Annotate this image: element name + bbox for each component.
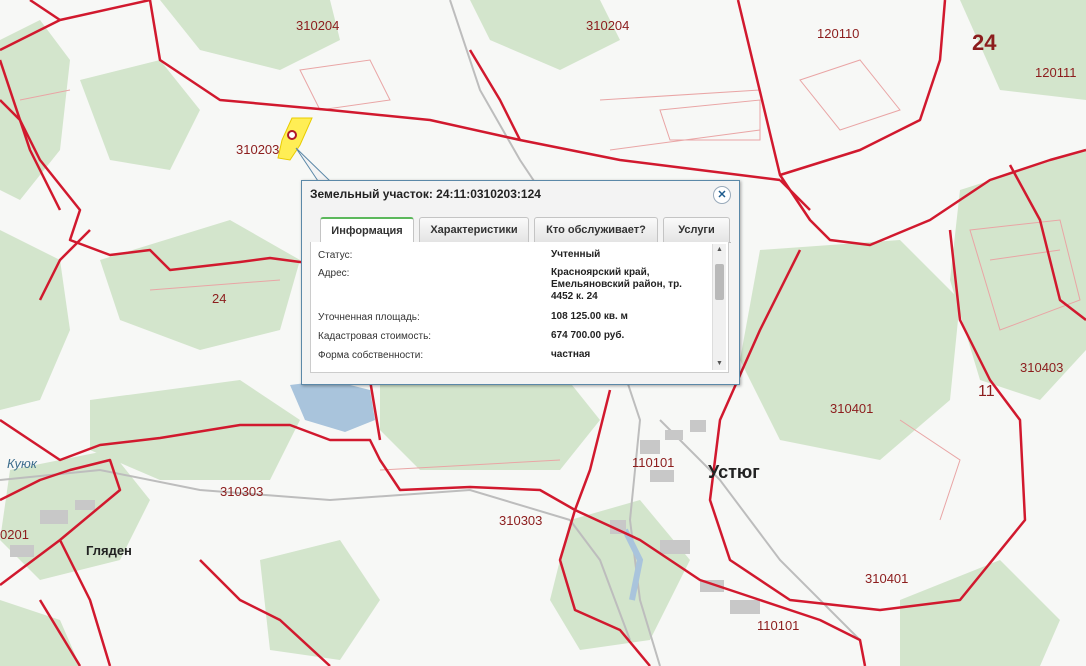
place-label-glyaden: Гляден (86, 543, 132, 558)
parcel-label: 0201 (0, 527, 29, 542)
field-value-area: 108 125.00 кв. м (551, 311, 628, 322)
river-label: Куюк (7, 456, 37, 471)
field-value-address: Красноярский край, Емельяновский район, … (551, 267, 682, 302)
district-label: 11 (978, 383, 995, 400)
tab-information[interactable]: Информация (320, 217, 414, 244)
parcel-label: 110101 (632, 455, 675, 470)
parcel-marker[interactable] (287, 130, 297, 140)
parcel-label: 310204 (296, 18, 340, 33)
tab-characteristics[interactable]: Характеристики (419, 217, 529, 242)
field-label-status: Статус: (318, 250, 353, 261)
field-label-cadastral-value: Кадастровая стоимость: (318, 331, 432, 342)
parcel-label: 110101 (757, 618, 800, 633)
close-icon: ✕ (717, 188, 727, 201)
field-label-area: Уточненная площадь: (318, 312, 420, 323)
field-value-status: Учтенный (551, 249, 601, 260)
parcel-label: 310203 (236, 142, 280, 157)
scroll-up-icon[interactable]: ▲ (713, 244, 726, 256)
district-label: 24 (972, 30, 997, 55)
scroll-down-icon[interactable]: ▼ (713, 358, 726, 370)
district-label: 24 (212, 291, 227, 306)
parcel-label: 310401 (830, 401, 874, 416)
popup-tabs: Информация Характеристики Кто обслуживае… (310, 217, 731, 244)
parcel-label: 310403 (1020, 360, 1064, 375)
scroll-thumb[interactable] (715, 264, 724, 300)
field-label-address: Адрес: (318, 268, 350, 279)
parcel-label: 310204 (586, 18, 630, 33)
parcel-label: 310303 (499, 513, 543, 528)
place-label-ustyug: Устюг (708, 462, 760, 482)
close-button[interactable]: ✕ (713, 186, 731, 204)
field-value-cadastral-value: 674 700.00 руб. (551, 330, 625, 341)
tab-services[interactable]: Услуги (663, 217, 730, 242)
info-panel[interactable]: Статус: Учтенный Адрес: Красноярский кра… (310, 242, 729, 373)
parcel-label: 120111 (1035, 65, 1077, 80)
field-label-ownership: Форма собственности: (318, 350, 424, 361)
field-value-ownership: частная (551, 349, 591, 360)
parcel-label: 120110 (817, 26, 860, 41)
panel-scrollbar[interactable]: ▲ ▼ (712, 244, 726, 370)
tab-who-serves[interactable]: Кто обслуживает? (534, 217, 658, 242)
popup-title: Земельный участок: 24:11:0310203:124 (310, 187, 541, 201)
parcel-label: 310401 (865, 571, 909, 586)
parcel-label: 310303 (220, 484, 264, 499)
parcel-info-popup: Земельный участок: 24:11:0310203:124 ✕ И… (301, 180, 740, 385)
